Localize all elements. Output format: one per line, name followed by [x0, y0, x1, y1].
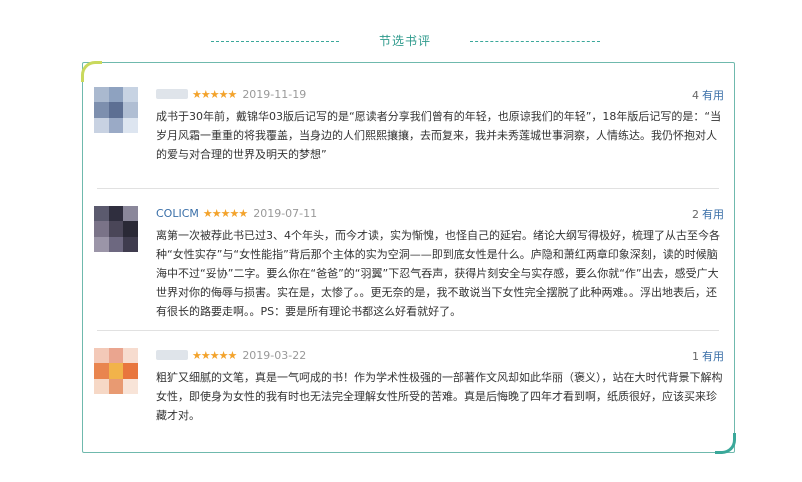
avatar-pixel [108, 117, 124, 133]
review-date: 2019-07-11 [253, 206, 318, 220]
heading-dashed-line-left [211, 41, 339, 42]
rating-stars: ★★★★★ [192, 348, 237, 362]
useful-button[interactable]: 有用 [702, 89, 724, 102]
review-text: 离第一次被荐此书已过3、4个年头，而今才读，实为惭愧，也怪自己的延宕。绪论大纲写… [156, 229, 720, 318]
user-avatar[interactable] [94, 348, 138, 394]
avatar-pixel [94, 206, 109, 222]
useful-button[interactable]: 有用 [702, 208, 724, 221]
corner-decoration-top-left [81, 61, 102, 82]
username[interactable] [156, 89, 188, 99]
section-heading: 节选书评 [0, 30, 802, 50]
avatar-pixel [123, 206, 138, 222]
avatar-pixel [108, 378, 124, 394]
rating-stars: ★★★★★ [192, 87, 237, 101]
review-meta: COLICM ★★★★★ 2019-07-11 [156, 206, 317, 222]
review-meta: ★★★★★ 2019-03-22 [156, 348, 306, 364]
useful-count: 4 [692, 89, 699, 102]
user-avatar[interactable] [94, 87, 138, 133]
avatar-pixel [123, 363, 138, 379]
review-text: 粗犷又细腻的文笔，真是一气呵成的书！作为学术性极强的一部著作文风却如此华丽（褒义… [156, 371, 723, 422]
review-date: 2019-03-22 [242, 348, 307, 362]
avatar-pixel [94, 117, 109, 133]
review-divider [97, 330, 719, 331]
avatar-pixel [123, 117, 138, 133]
avatar-pixel [94, 236, 109, 252]
section-title: 节选书评 [378, 34, 431, 48]
review-date: 2019-11-19 [242, 87, 307, 101]
avatar-pixel [123, 348, 138, 364]
review-meta: ★★★★★ 2019-11-19 [156, 87, 306, 103]
useful-count: 2 [692, 208, 699, 221]
username[interactable] [156, 350, 188, 360]
useful-vote[interactable]: 2 有用 [692, 206, 724, 222]
rating-stars: ★★★★★ [202, 206, 248, 220]
username[interactable]: COLICM [156, 207, 199, 220]
review-divider [97, 188, 719, 189]
avatar-pixel [123, 378, 138, 394]
review-item: ★★★★★ 2019-11-19 4 有用 成书于30年前，戴锦华03版后记写的是“… [94, 87, 724, 197]
avatar-pixel [108, 221, 124, 237]
avatar-pixel [94, 221, 109, 237]
avatar-pixel [123, 236, 138, 252]
avatar-pixel [108, 363, 124, 379]
avatar-pixel [94, 102, 109, 118]
user-avatar[interactable] [94, 206, 138, 252]
avatar-pixel [108, 348, 124, 364]
review-item: COLICM ★★★★★ 2019-07-11 2 有用 离第一次被荐此书已过3、4个… [94, 206, 724, 336]
avatar-pixel [94, 363, 109, 379]
avatar-pixel [108, 87, 124, 103]
avatar-pixel [94, 87, 109, 103]
useful-vote[interactable]: 1 有用 [692, 348, 724, 364]
useful-count: 1 [692, 350, 699, 363]
avatar-pixel [94, 378, 109, 394]
avatar-pixel [108, 206, 124, 222]
avatar-pixel [123, 87, 138, 103]
review-text: 成书于30年前，戴锦华03版后记写的是“愿读者分享我们曾有的年轻，也原谅我们的年… [156, 110, 722, 161]
reviews-panel: ★★★★★ 2019-11-19 4 有用 成书于30年前，戴锦华03版后记写的是“… [81, 61, 736, 454]
avatar-pixel [123, 221, 138, 237]
avatar-pixel [123, 102, 138, 118]
useful-button[interactable]: 有用 [702, 350, 724, 363]
avatar-pixel [94, 348, 109, 364]
avatar-pixel [108, 102, 124, 118]
useful-vote[interactable]: 4 有用 [692, 87, 724, 103]
review-item: ★★★★★ 2019-03-22 1 有用 粗犷又细腻的文笔，真是一气呵成的书！作为… [94, 348, 724, 443]
heading-dashed-line-right [470, 41, 600, 42]
avatar-pixel [108, 236, 124, 252]
